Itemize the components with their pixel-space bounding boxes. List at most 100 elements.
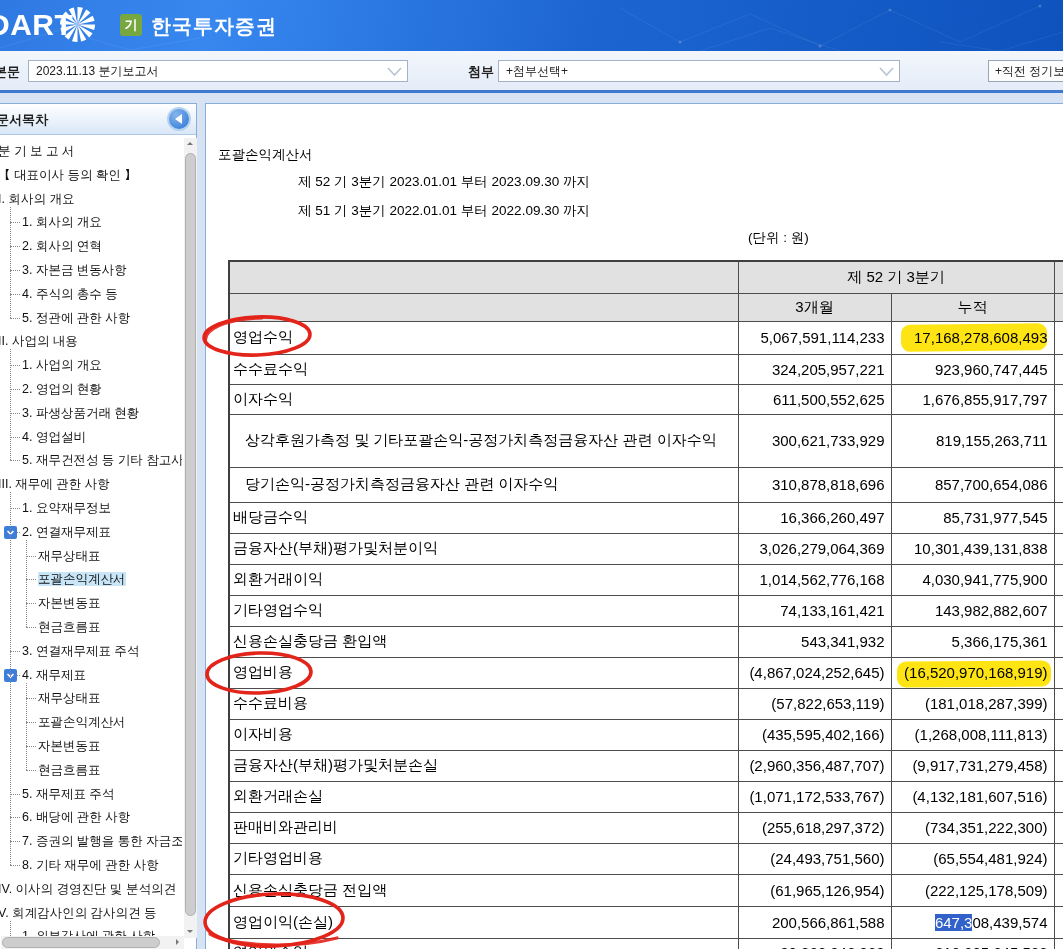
sidebar-vertical-scrollbar[interactable] xyxy=(184,138,197,938)
tree-item-label: 현금흐름표 xyxy=(38,620,101,634)
tree-guide xyxy=(10,207,11,318)
tree-guide xyxy=(26,698,36,699)
tree-item[interactable]: 3. 자본금 변동사항 xyxy=(0,258,182,282)
value-cum: 923,960,747,445 xyxy=(891,354,1054,384)
tree-item[interactable]: 5. 재무제표 주석 xyxy=(0,782,182,806)
period-line-1: 제 52 기 3분기 2023.01.01 부터 2023.09.30 까지 xyxy=(298,173,590,191)
sidebar-collapse-button[interactable] xyxy=(167,107,191,131)
table-row: 기타영업수익 74,133,161,421 143,982,882,607 xyxy=(229,595,1063,626)
tree-item[interactable]: 1. 회사의 개요 xyxy=(0,210,182,234)
period-header-cell: 제 52 기 3분기 xyxy=(738,261,1054,293)
value-3m: 300,621,733,929 xyxy=(738,414,891,467)
tree-item[interactable]: IV. 이사의 경영진단 및 분석의견 xyxy=(0,877,182,901)
tree-item[interactable]: III. 재무에 관한 사항 xyxy=(0,472,182,496)
value-3m: (24,493,751,560) xyxy=(738,843,891,874)
tree-item[interactable]: 2. 회사의 연혁 xyxy=(0,234,182,258)
row-label: 배당금수익 xyxy=(229,502,738,533)
tree-guide xyxy=(10,794,20,795)
tree-item[interactable]: 분 기 보 고 서 xyxy=(0,139,182,163)
next-period-cell xyxy=(1054,354,1063,384)
row-label: 기타영업수익 xyxy=(229,595,738,626)
tree-item-label: 현금흐름표 xyxy=(38,763,101,777)
sidebar-header: 문서목차 xyxy=(0,104,196,135)
sidebar-horizontal-scrollbar[interactable] xyxy=(1,936,184,949)
tree-item-label: 자본변동표 xyxy=(38,739,101,753)
tree-item[interactable]: 4. 주식의 총수 등 xyxy=(0,282,182,306)
tree-guide xyxy=(10,508,20,509)
row-label: 영업이익(손실) xyxy=(229,906,738,938)
value-3m: 543,341,932 xyxy=(738,626,891,657)
tree-guide xyxy=(26,683,27,770)
scrollbar-thumb[interactable] xyxy=(185,153,196,916)
tree-item[interactable]: 5. 재무건전성 등 기타 참고사항 xyxy=(0,448,182,472)
tree-item-label: III. 재무에 관한 사항 xyxy=(0,477,110,491)
tree-guide xyxy=(10,349,11,460)
tree-item-label: II. 사업의 내용 xyxy=(0,334,78,348)
sidebar-title: 문서목차 xyxy=(0,111,48,129)
attach-select[interactable]: +첨부선택+ xyxy=(498,60,900,82)
tree-item-label: 1. 사업의 개요 xyxy=(22,358,102,372)
tree-item[interactable]: 2. 영업의 현황 xyxy=(0,377,182,401)
tree-guide xyxy=(10,921,11,936)
value-cum: (222,125,178,509) xyxy=(891,874,1054,906)
value-3m: (2,960,356,487,707) xyxy=(738,750,891,781)
unit-label: (단위 : 원) xyxy=(748,229,809,247)
tree-guide xyxy=(26,603,36,604)
tree-item[interactable]: 4. 재무제표 xyxy=(0,663,182,687)
report-select[interactable]: 2023.11.13 분기보고서 xyxy=(28,60,408,82)
yellow-highlight-expense xyxy=(897,660,1051,687)
tree-item-label: 재무상태표 xyxy=(38,691,101,705)
tree-item[interactable]: 7. 증권의 발행을 통한 자금조달 xyxy=(0,829,182,853)
tree-item[interactable]: V. 회계감사인의 감사의견 등 xyxy=(0,901,182,925)
value-cum: 616,605,645,563 xyxy=(891,938,1054,949)
corp-type-badge: 기 xyxy=(120,14,142,36)
chevron-down-icon xyxy=(385,64,404,79)
row-label: 금융자산(부채)평가및처분손실 xyxy=(229,750,738,781)
tree-guide xyxy=(10,365,20,366)
next-period-cell xyxy=(1054,533,1063,564)
tree-item[interactable]: 【 대표이사 등의 확인 】 xyxy=(0,163,182,187)
tree-item[interactable]: 3. 파생상품거래 현황 xyxy=(0,401,182,425)
tree-item[interactable]: 1. 요약재무정보 xyxy=(0,496,182,520)
tree-item[interactable]: 2. 연결재무제표 xyxy=(0,520,182,544)
next-period-cell xyxy=(1054,564,1063,595)
tree-guide xyxy=(10,222,20,223)
tree-item[interactable]: 6. 배당에 관한 사항 xyxy=(0,805,182,829)
yellow-highlight-revenue xyxy=(901,323,1047,352)
collapse-arrow-icon xyxy=(175,114,182,124)
tree-item[interactable]: 4. 영업설비 xyxy=(0,425,182,449)
company-name: 한국투자증권 xyxy=(151,13,277,40)
next-period-cell xyxy=(1054,781,1063,812)
tree-item-label: 4. 재무제표 xyxy=(22,668,86,682)
tree-item[interactable]: I. 회사의 개요 xyxy=(0,187,182,211)
tree-item[interactable]: II. 사업의 내용 xyxy=(0,329,182,353)
table-row: 수수료비용 (57,822,653,119) (181,018,287,399) xyxy=(229,688,1063,719)
scrollbar-thumb[interactable] xyxy=(2,937,160,948)
tree-item[interactable]: 1. 사업의 개요 xyxy=(0,353,182,377)
value-cum: 5,366,175,361 xyxy=(891,626,1054,657)
table-corner-cell xyxy=(229,261,738,293)
row-label: 금융자산(부채)평가및처분이익 xyxy=(229,533,738,564)
tree-guide xyxy=(26,627,36,628)
prev-report-button[interactable]: +직전 정기보고서 xyxy=(988,60,1063,82)
tree-item-label: 3. 자본금 변동사항 xyxy=(22,263,127,277)
tree-guide xyxy=(10,318,20,319)
table-row: 외환거래이익 1,014,562,776,168 4,030,941,775,9… xyxy=(229,564,1063,595)
value-3m: 20,366,346,963 xyxy=(738,938,891,949)
table-row: 수수료수익 324,205,957,221 923,960,747,445 xyxy=(229,354,1063,384)
table-row: 금융자산(부채)평가및처분이익 3,026,279,064,369 10,301… xyxy=(229,533,1063,564)
period-line-2: 제 51 기 3분기 2022.01.01 부터 2022.09.30 까지 xyxy=(298,202,590,220)
value-3m: (255,618,297,372) xyxy=(738,812,891,843)
tree-item[interactable]: 8. 기타 재무에 관한 사항 xyxy=(0,853,182,877)
col-header-3m: 3개월 xyxy=(738,293,891,321)
row-label: 신용손실충당금 전입액 xyxy=(229,874,738,906)
tree-item[interactable]: 3. 연결재무제표 주석 xyxy=(0,639,182,663)
value-3m: 74,133,161,421 xyxy=(738,595,891,626)
tree-guide xyxy=(26,579,36,580)
table-row: 외환거래손실 (1,071,172,533,767) (4,132,181,60… xyxy=(229,781,1063,812)
table-row: 상각후원가측정 및 기타포괄손익-공정가치측정금융자산 관련 이자수익 300,… xyxy=(229,414,1063,467)
value-3m: 3,026,279,064,369 xyxy=(738,533,891,564)
tree-item[interactable]: 5. 정관에 관한 사항 xyxy=(0,306,182,330)
tree-item-label: IV. 이사의 경영진단 및 분석의견 xyxy=(0,882,176,896)
table-row: 당기손익-공정가치측정금융자산 관련 이자수익 310,878,818,696 … xyxy=(229,467,1063,502)
